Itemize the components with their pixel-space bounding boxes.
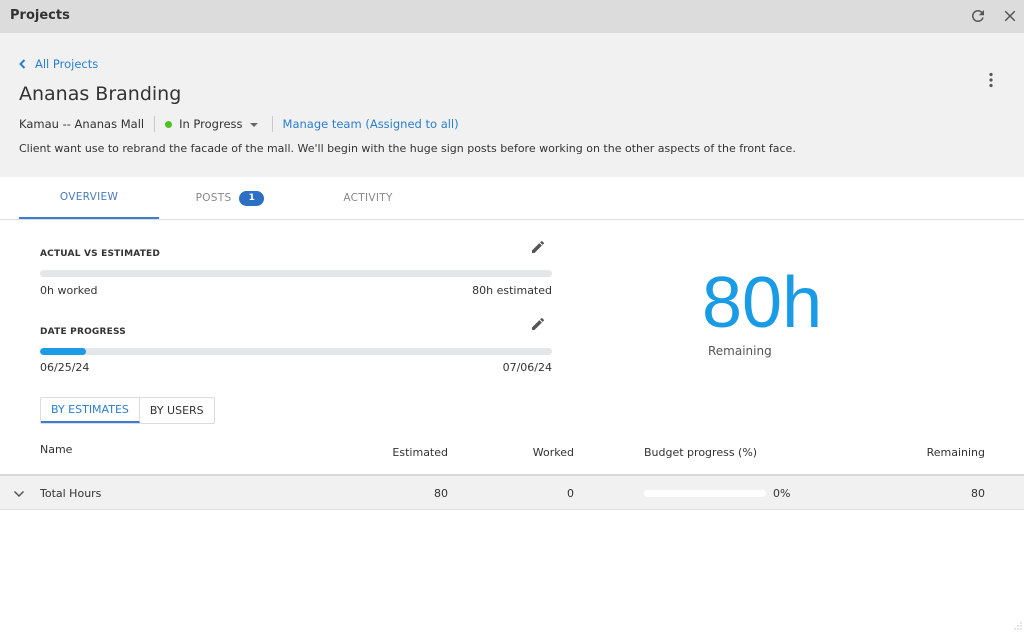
budget-progress-bar	[644, 490, 766, 497]
date-progress-fill	[40, 348, 86, 355]
row-remaining: 80	[971, 487, 985, 500]
tab-bar: OVERVIEW POSTS 1 ACTIVITY	[0, 177, 1024, 220]
all-projects-link[interactable]: All Projects	[19, 57, 98, 71]
divider	[154, 116, 155, 132]
row-worked: 0	[567, 487, 574, 500]
edit-estimate-icon[interactable]	[530, 239, 546, 255]
chevron-left-icon	[19, 59, 26, 69]
column-header-estimated: Estimated	[392, 446, 448, 459]
all-projects-label: All Projects	[35, 57, 98, 71]
end-date: 07/06/24	[503, 361, 552, 374]
status-dropdown[interactable]: In Progress	[165, 117, 257, 131]
project-header: All Projects Ananas Branding Kamau -- An…	[0, 33, 1024, 177]
column-header-worked: Worked	[533, 446, 574, 459]
worked-hours-text: 0h worked	[40, 284, 97, 297]
remaining-label: Remaining	[708, 344, 772, 358]
divider	[272, 116, 273, 132]
more-options-icon[interactable]	[982, 71, 1000, 89]
resize-grip-icon[interactable]	[1014, 615, 1022, 623]
tab-activity-label: ACTIVITY	[343, 192, 392, 204]
chevron-down-icon[interactable]	[12, 486, 26, 500]
tab-activity[interactable]: ACTIVITY	[310, 177, 426, 219]
column-header-remaining: Remaining	[927, 446, 985, 459]
tab-overview-label: OVERVIEW	[60, 191, 118, 203]
edit-dates-icon[interactable]	[530, 316, 546, 332]
window-title: Projects	[10, 8, 70, 23]
status-label: In Progress	[179, 117, 242, 131]
column-header-budget-progress: Budget progress (%)	[644, 446, 757, 459]
client-name: Kamau -- Ananas Mall	[19, 117, 144, 131]
actual-vs-estimated-bar	[40, 270, 552, 277]
date-progress-heading: DATE PROGRESS	[40, 327, 126, 337]
by-users-button[interactable]: BY USERS	[140, 398, 214, 423]
start-date: 06/25/24	[40, 361, 89, 374]
date-progress-bar	[40, 348, 552, 355]
tab-posts[interactable]: POSTS 1	[170, 177, 290, 219]
posts-count-badge: 1	[239, 191, 264, 206]
page-title: Ananas Branding	[19, 83, 181, 105]
column-header-name: Name	[40, 443, 72, 456]
window-titlebar: Projects	[0, 0, 1024, 33]
estimated-hours-text: 80h estimated	[472, 284, 552, 297]
close-icon[interactable]	[1001, 7, 1019, 25]
row-name: Total Hours	[40, 487, 101, 500]
refresh-icon[interactable]	[969, 7, 987, 25]
tab-posts-label: POSTS	[196, 192, 232, 204]
caret-down-icon	[250, 123, 258, 127]
manage-team-link[interactable]: Manage team (Assigned to all)	[283, 117, 459, 131]
tab-overview[interactable]: OVERVIEW	[19, 177, 159, 219]
remaining-hours-value: 80h	[702, 267, 822, 339]
row-budget-progress: 0%	[773, 487, 790, 500]
row-estimated: 80	[434, 487, 448, 500]
table-row[interactable]: Total Hours 80 0 0% 80	[0, 474, 1024, 510]
view-toggle: BY ESTIMATES BY USERS	[40, 397, 215, 424]
project-meta: Kamau -- Ananas Mall In Progress Manage …	[19, 116, 459, 132]
status-dot-icon	[165, 121, 172, 128]
actual-vs-estimated-heading: ACTUAL VS ESTIMATED	[40, 249, 160, 259]
by-estimates-button[interactable]: BY ESTIMATES	[41, 398, 140, 423]
project-description: Client want use to rebrand the facade of…	[19, 142, 796, 155]
